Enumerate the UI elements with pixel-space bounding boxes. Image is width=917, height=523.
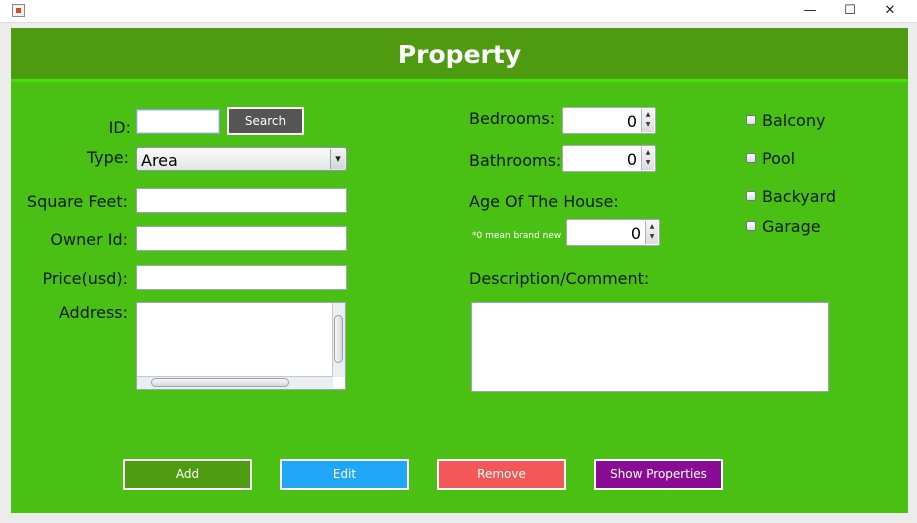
show-properties-button[interactable]: Show Properties	[594, 459, 723, 490]
bathrooms-spinner[interactable]: 0 ▲ ▼	[562, 145, 656, 172]
spinner-up-icon[interactable]: ▲	[642, 148, 654, 158]
address-horizontal-scrollbar[interactable]	[137, 376, 333, 389]
checkbox-box[interactable]	[746, 153, 756, 163]
square-feet-input[interactable]	[136, 188, 347, 213]
description-textarea[interactable]	[471, 302, 829, 392]
garage-label: Garage	[762, 217, 821, 236]
pool-label: Pool	[762, 149, 796, 168]
chevron-down-icon[interactable]: ▾	[330, 149, 345, 169]
address-vertical-scrollbar[interactable]	[332, 303, 345, 377]
age-spinner[interactable]: 0 ▲ ▼	[566, 219, 660, 246]
bedrooms-spinner[interactable]: 0 ▲ ▼	[562, 107, 656, 134]
checkbox-box[interactable]	[746, 221, 756, 231]
address-label: Address:	[58, 303, 128, 322]
close-icon: ✕	[884, 3, 896, 18]
form-panel: ID: Search Type: Area ▾ Square Feet: Own…	[11, 82, 908, 513]
spinner-up-icon[interactable]: ▲	[642, 110, 654, 120]
backyard-label: Backyard	[762, 187, 836, 206]
type-select[interactable]: Area ▾	[136, 147, 347, 171]
remove-button[interactable]: Remove	[437, 459, 566, 490]
spinner-down-icon[interactable]: ▼	[646, 232, 658, 242]
close-button[interactable]: ✕	[870, 0, 910, 22]
description-label: Description/Comment:	[469, 269, 650, 288]
square-feet-label: Square Feet:	[26, 192, 128, 211]
owner-id-input[interactable]	[136, 226, 347, 251]
age-label: Age Of The House:	[469, 192, 619, 211]
owner-id-label: Owner Id:	[50, 230, 128, 249]
address-textarea[interactable]	[136, 302, 346, 390]
add-button[interactable]: Add	[123, 459, 252, 490]
id-input[interactable]	[136, 109, 220, 134]
maximize-button[interactable]: ☐	[830, 0, 870, 22]
age-hint: *0 mean brand new	[472, 231, 562, 241]
type-label: Type:	[86, 148, 129, 167]
page-title: Property	[397, 40, 522, 69]
bathrooms-label: Bathrooms:	[469, 151, 562, 170]
minimize-icon: —	[803, 3, 817, 18]
balcony-label: Balcony	[762, 111, 826, 130]
application-window: — ☐ ✕ Property ID: Search Type: Area ▾ S…	[0, 0, 917, 523]
scrollbar-thumb[interactable]	[151, 378, 289, 387]
edit-button[interactable]: Edit	[280, 459, 409, 490]
header-banner: Property	[11, 28, 908, 79]
price-label: Price(usd):	[42, 269, 128, 288]
scrollbar-thumb[interactable]	[334, 315, 343, 363]
spinner-down-icon[interactable]: ▼	[642, 120, 654, 130]
title-bar: — ☐ ✕	[0, 0, 917, 23]
search-button[interactable]: Search	[227, 107, 304, 135]
minimize-button[interactable]: —	[790, 0, 830, 22]
spinner-down-icon[interactable]: ▼	[642, 158, 654, 168]
java-app-icon	[12, 4, 25, 17]
id-label: ID:	[108, 118, 131, 137]
bedrooms-label: Bedrooms:	[469, 109, 556, 128]
price-input[interactable]	[136, 265, 347, 290]
maximize-icon: ☐	[844, 3, 856, 18]
checkbox-box[interactable]	[746, 191, 756, 201]
spinner-up-icon[interactable]: ▲	[646, 222, 658, 232]
type-selected-value: Area	[141, 151, 178, 170]
checkbox-box[interactable]	[746, 115, 756, 125]
